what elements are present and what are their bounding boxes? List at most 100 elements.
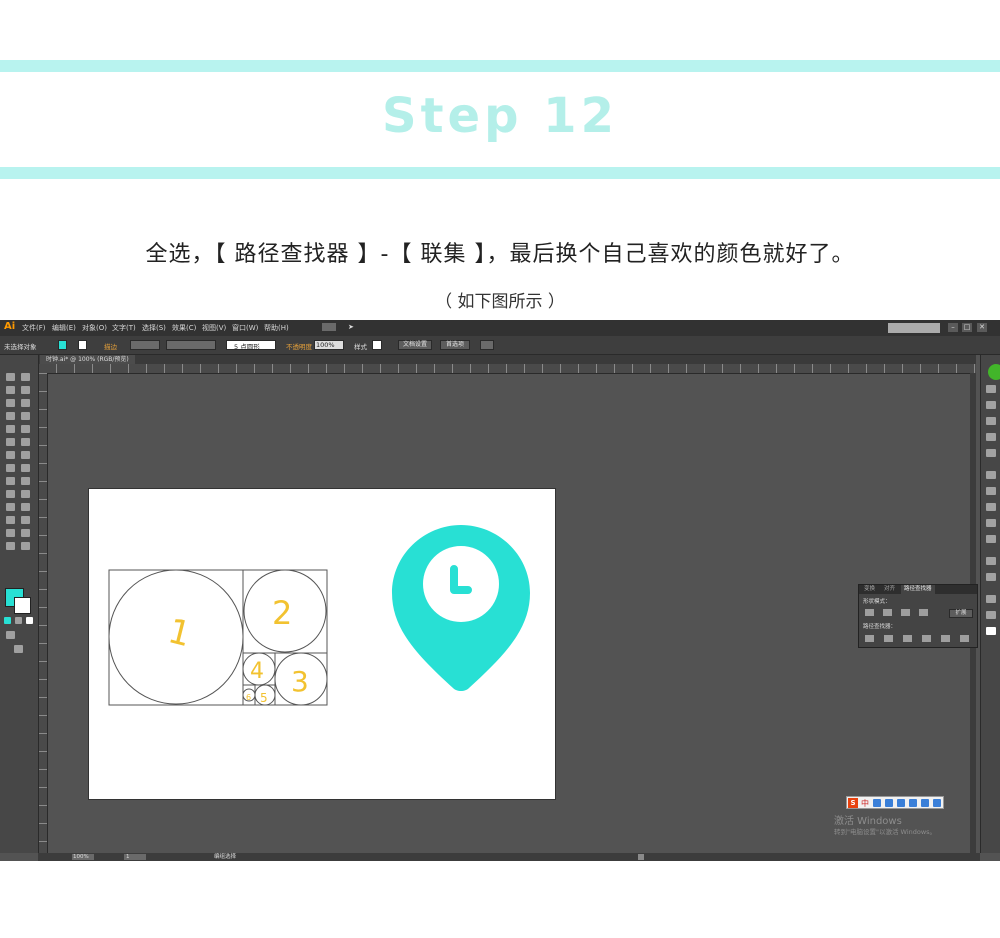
horizontal-scrollbar[interactable] bbox=[638, 854, 644, 860]
divide-icon[interactable] bbox=[865, 635, 874, 642]
ime-mode[interactable]: 中 bbox=[861, 798, 869, 809]
hand-tool-icon[interactable] bbox=[6, 542, 15, 550]
menu-effect[interactable]: 效果(C) bbox=[172, 323, 196, 333]
menu-select[interactable]: 选择(S) bbox=[142, 323, 166, 333]
selection-tool-icon[interactable] bbox=[6, 373, 15, 381]
appearance-panel-icon[interactable] bbox=[986, 519, 996, 527]
pathfinder-panel-icon[interactable] bbox=[986, 627, 996, 635]
menu-type[interactable]: 文字(T) bbox=[112, 323, 136, 333]
menu-bar: Ai 文件(F) 编辑(E) 对象(O) 文字(T) 选择(S) 效果(C) 视… bbox=[0, 320, 1000, 336]
ime-tools-icon[interactable] bbox=[921, 799, 929, 807]
outline-icon[interactable] bbox=[941, 635, 950, 642]
blend-tool-icon[interactable] bbox=[21, 503, 30, 511]
scale-tool-icon[interactable] bbox=[21, 451, 30, 459]
document-tab[interactable]: 时钟.ai* @ 100% (RGB/预览) bbox=[40, 355, 135, 364]
color-mode-icon[interactable] bbox=[4, 617, 11, 624]
minimize-button[interactable]: – bbox=[948, 323, 958, 332]
expand-button[interactable]: 扩展 bbox=[949, 609, 973, 618]
arrange-documents-icon[interactable] bbox=[480, 340, 494, 350]
graphic-styles-icon[interactable] bbox=[986, 535, 996, 543]
magic-wand-tool-icon[interactable] bbox=[6, 386, 15, 394]
blob-brush-tool-icon[interactable] bbox=[6, 438, 15, 446]
menu-window[interactable]: 窗口(W) bbox=[232, 323, 258, 333]
lasso-tool-icon[interactable] bbox=[21, 386, 30, 394]
transparency-panel-icon[interactable] bbox=[986, 503, 996, 511]
eyedropper-tool-icon[interactable] bbox=[6, 503, 15, 511]
width-tool-icon[interactable] bbox=[6, 464, 15, 472]
search-input[interactable] bbox=[888, 323, 940, 333]
tab-transform[interactable]: 变换 bbox=[861, 585, 878, 594]
artboard-tool-icon[interactable] bbox=[6, 529, 15, 537]
intersect-icon[interactable] bbox=[901, 609, 910, 616]
perspective-grid-tool-icon[interactable] bbox=[21, 477, 30, 485]
send-icon[interactable]: ➤ bbox=[348, 323, 354, 331]
draw-mode-icon[interactable] bbox=[6, 631, 15, 639]
close-button[interactable]: ✕ bbox=[977, 323, 987, 332]
preferences-button[interactable]: 首选项 bbox=[440, 340, 470, 350]
menu-object[interactable]: 对象(O) bbox=[82, 323, 107, 333]
rotate-tool-icon[interactable] bbox=[6, 451, 15, 459]
symbol-sprayer-tool-icon[interactable] bbox=[6, 516, 15, 524]
minus-back-icon[interactable] bbox=[960, 635, 969, 642]
menu-edit[interactable]: 编辑(E) bbox=[52, 323, 76, 333]
fill-swatch[interactable] bbox=[58, 340, 67, 350]
screen-mode-icon[interactable] bbox=[14, 645, 23, 653]
pen-tool-icon[interactable] bbox=[6, 399, 15, 407]
menu-view[interactable]: 视图(V) bbox=[202, 323, 226, 333]
rectangle-tool-icon[interactable] bbox=[21, 412, 30, 420]
zoom-tool-icon[interactable] bbox=[21, 542, 30, 550]
crop-icon[interactable] bbox=[922, 635, 931, 642]
ime-settings-icon[interactable] bbox=[933, 799, 941, 807]
ime-punctuation-icon[interactable] bbox=[873, 799, 881, 807]
direct-selection-tool-icon[interactable] bbox=[21, 373, 30, 381]
gradient-tool-icon[interactable] bbox=[21, 490, 30, 498]
line-tool-icon[interactable] bbox=[6, 412, 15, 420]
ime-toolbar[interactable]: S 中 bbox=[846, 796, 944, 809]
style-swatch[interactable] bbox=[372, 340, 382, 350]
gradient-panel-icon[interactable] bbox=[986, 487, 996, 495]
ime-skin-icon[interactable] bbox=[909, 799, 917, 807]
free-transform-tool-icon[interactable] bbox=[21, 464, 30, 472]
shape-builder-tool-icon[interactable] bbox=[6, 477, 15, 485]
workspace-switcher-icon[interactable] bbox=[322, 323, 336, 331]
transform-panel-icon[interactable] bbox=[986, 595, 996, 603]
menu-help[interactable]: 帮助(H) bbox=[264, 323, 289, 333]
symbols-panel-icon[interactable] bbox=[986, 449, 996, 457]
none-mode-icon[interactable] bbox=[26, 617, 33, 624]
merge-icon[interactable] bbox=[903, 635, 912, 642]
ime-keyboard-icon[interactable] bbox=[897, 799, 905, 807]
column-graph-tool-icon[interactable] bbox=[21, 516, 30, 524]
unite-icon[interactable] bbox=[865, 609, 874, 616]
stroke-panel-icon[interactable] bbox=[986, 471, 996, 479]
type-tool-icon[interactable] bbox=[21, 399, 30, 407]
document-setup-button[interactable]: 文档设置 bbox=[398, 340, 432, 350]
ime-voice-icon[interactable] bbox=[885, 799, 893, 807]
layers-panel-icon[interactable] bbox=[986, 557, 996, 565]
notification-bubble-icon[interactable] bbox=[988, 364, 1000, 380]
brushes-panel-icon[interactable] bbox=[986, 433, 996, 441]
artboards-panel-icon[interactable] bbox=[986, 573, 996, 581]
mesh-tool-icon[interactable] bbox=[6, 490, 15, 498]
minus-front-icon[interactable] bbox=[883, 609, 892, 616]
artboard[interactable]: 1 2 3 4 5 6 bbox=[88, 488, 556, 800]
stroke-weight-field[interactable] bbox=[130, 340, 160, 350]
align-panel-icon[interactable] bbox=[986, 611, 996, 619]
tab-align[interactable]: 对齐 bbox=[881, 585, 898, 594]
stroke-color-swatch[interactable] bbox=[14, 597, 31, 614]
eraser-tool-icon[interactable] bbox=[21, 438, 30, 446]
exclude-icon[interactable] bbox=[919, 609, 928, 616]
location-pin-clock-icon[interactable] bbox=[392, 525, 530, 691]
variable-width-select[interactable] bbox=[166, 340, 216, 350]
swatches-panel-icon[interactable] bbox=[986, 417, 996, 425]
color-panel-icon[interactable] bbox=[986, 385, 996, 393]
maximize-button[interactable]: □ bbox=[962, 323, 972, 332]
gradient-mode-icon[interactable] bbox=[15, 617, 22, 624]
menu-file[interactable]: 文件(F) bbox=[22, 323, 46, 333]
trim-icon[interactable] bbox=[884, 635, 893, 642]
pencil-tool-icon[interactable] bbox=[21, 425, 30, 433]
tab-pathfinder[interactable]: 路径查找器 bbox=[901, 585, 935, 594]
paintbrush-tool-icon[interactable] bbox=[6, 425, 15, 433]
stroke-swatch[interactable] bbox=[78, 340, 87, 350]
color-guide-icon[interactable] bbox=[986, 401, 996, 409]
slice-tool-icon[interactable] bbox=[21, 529, 30, 537]
